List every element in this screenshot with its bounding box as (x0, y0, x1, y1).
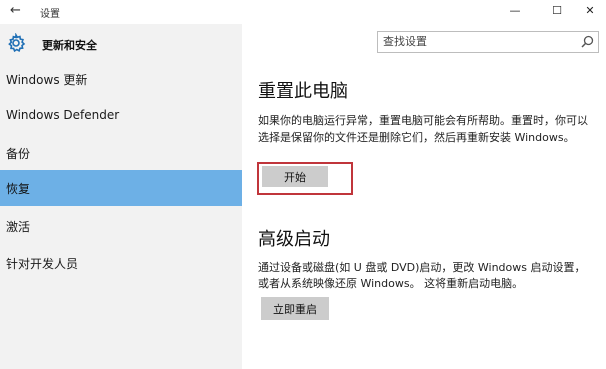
restart-now-button[interactable]: 立即重启 (261, 297, 329, 320)
sidebar-item-windows-defender[interactable]: Windows Defender (0, 98, 242, 134)
advanced-startup-heading: 高级启动 (258, 229, 330, 250)
maximize-button[interactable]: ☐ (545, 2, 569, 20)
search-input[interactable] (383, 34, 568, 48)
sidebar: 更新和安全 Windows 更新 Windows Defender 备份 恢复 … (0, 24, 242, 369)
highlight-box (257, 162, 353, 195)
sidebar-title: 更新和安全 (42, 39, 97, 52)
sidebar-item-label: Windows Defender (6, 108, 120, 122)
search-icon[interactable] (581, 35, 594, 48)
gear-icon (8, 33, 26, 53)
sidebar-item-backup[interactable]: 备份 (0, 135, 242, 171)
minimize-button[interactable]: — (503, 2, 527, 20)
sidebar-item-label: 恢复 (6, 182, 31, 196)
sidebar-header: 更新和安全 (0, 30, 242, 58)
sidebar-item-label: 激活 (6, 220, 31, 234)
reset-pc-description: 如果你的电脑运行异常，重置电脑可能会有所帮助。重置时，你可以选择是保留你的文件还… (258, 114, 588, 144)
sidebar-item-label: 备份 (6, 147, 31, 161)
sidebar-item-windows-update[interactable]: Windows 更新 (0, 61, 242, 97)
window-title: 设置 (40, 9, 60, 20)
sidebar-item-label: 针对开发人员 (6, 257, 79, 271)
back-arrow-icon[interactable]: ← (10, 4, 24, 18)
sidebar-item-label: Windows 更新 (6, 73, 88, 87)
sidebar-item-recovery[interactable]: 恢复 (0, 170, 242, 206)
search-box[interactable] (377, 31, 599, 53)
advanced-startup-description: 通过设备或磁盘(如 U 盘或 DVD)启动，更改 Windows 启动设置，或者… (258, 261, 586, 290)
sidebar-item-activation[interactable]: 激活 (0, 208, 242, 244)
close-button[interactable]: ✕ (578, 2, 602, 20)
reset-pc-heading: 重置此电脑 (258, 81, 348, 102)
title-bar: ← 设置 — ☐ ✕ (0, 0, 606, 24)
sidebar-item-for-developers[interactable]: 针对开发人员 (0, 245, 242, 281)
